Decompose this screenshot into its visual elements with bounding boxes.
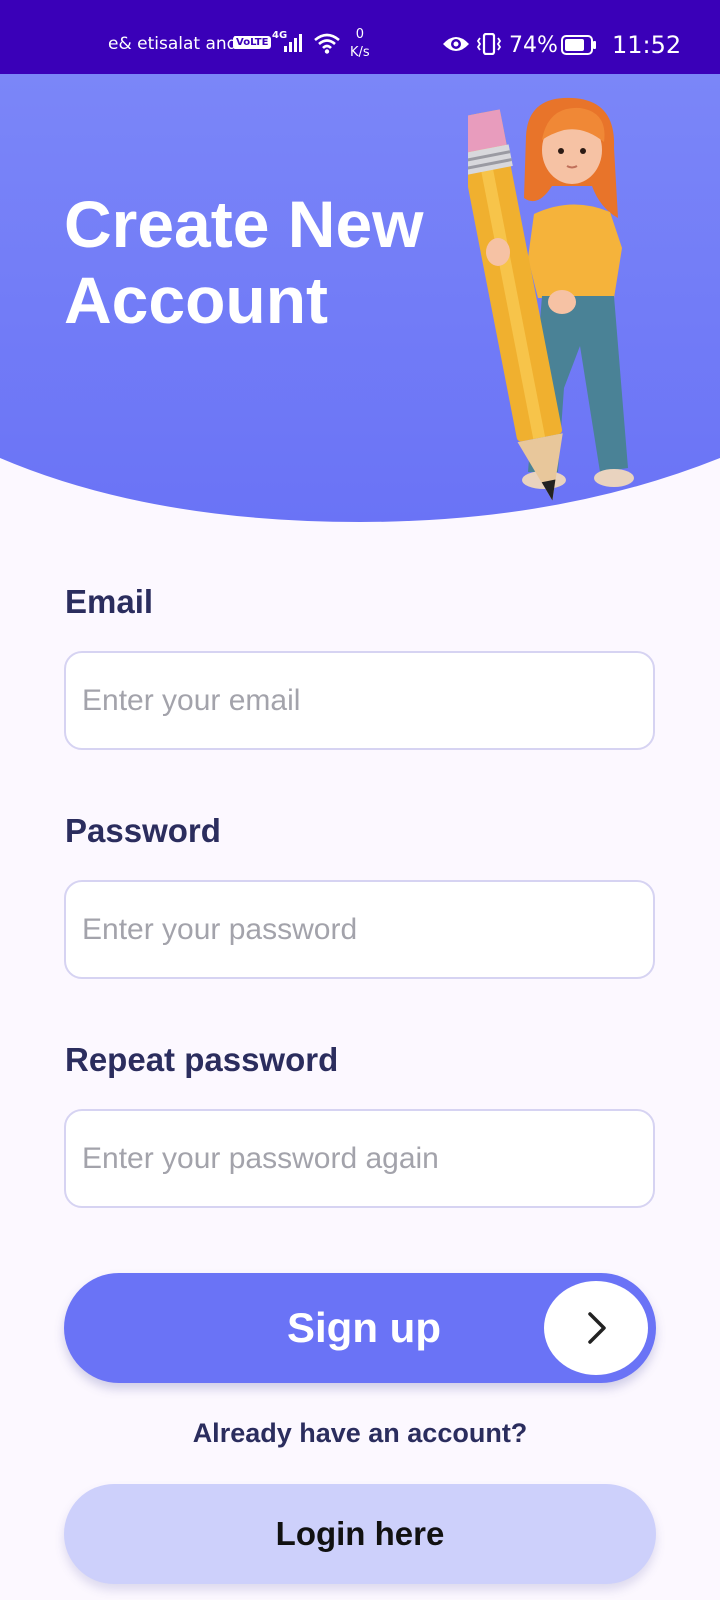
status-bar: e& etisalat and VoLTE 4G 0 K/s 74% 11:52 bbox=[0, 0, 720, 74]
header-banner: Create New Account bbox=[0, 74, 720, 524]
login-button[interactable]: Login here bbox=[64, 1484, 656, 1584]
signal-icon bbox=[284, 34, 302, 56]
email-input[interactable] bbox=[64, 651, 655, 750]
email-label: Email bbox=[65, 583, 154, 620]
page-title: Create New Account bbox=[64, 187, 424, 337]
carrier-name: e& etisalat and bbox=[108, 34, 238, 54]
net-speed: 0 K/s bbox=[350, 26, 370, 62]
repeat-password-input[interactable] bbox=[64, 1109, 655, 1208]
chevron-right-icon bbox=[544, 1281, 648, 1375]
clock: 11:52 bbox=[612, 31, 682, 59]
net-speed-value: 0 bbox=[355, 27, 364, 42]
password-label: Password bbox=[65, 812, 221, 849]
signup-button[interactable]: Sign up bbox=[64, 1273, 656, 1383]
battery-icon bbox=[561, 35, 597, 59]
net-speed-unit: K/s bbox=[350, 45, 370, 60]
repeat-password-label: Repeat password bbox=[65, 1041, 339, 1078]
wifi-icon bbox=[314, 32, 340, 58]
password-input[interactable] bbox=[64, 880, 655, 979]
vibrate-icon bbox=[476, 32, 502, 59]
battery-percent: 74% bbox=[509, 33, 558, 58]
already-have-account-text: Already have an account? bbox=[192, 1418, 528, 1448]
eye-icon bbox=[442, 35, 470, 57]
volte-badge: VoLTE bbox=[233, 36, 272, 49]
girl-with-pencil-illustration bbox=[468, 97, 634, 501]
